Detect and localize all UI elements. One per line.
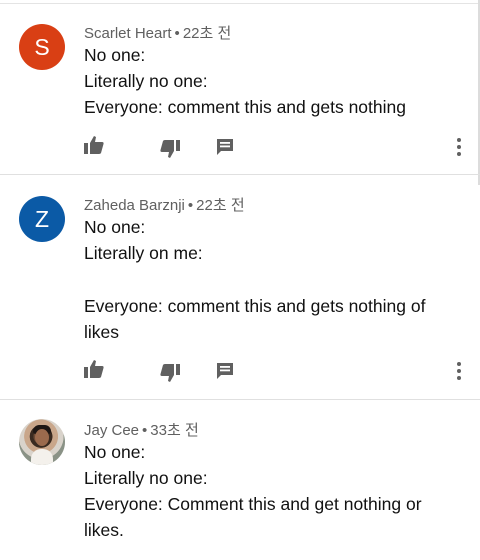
author-name[interactable]: Scarlet Heart [84, 25, 172, 42]
comment-text-line: Literally no one: [84, 468, 208, 488]
comment-text-line: Everyone: Comment this and get nothing o… [84, 494, 422, 514]
comment-divider [0, 174, 480, 175]
comment-text-line: Literally on me: [84, 243, 203, 263]
more-vertical-icon [457, 362, 461, 380]
reply-button[interactable] [216, 138, 238, 158]
comment-text-line: Everyone: comment this and gets nothing [84, 97, 406, 117]
thumb-down-icon [160, 364, 180, 382]
comment-meta: Zaheda Barznji • 22초 전 [84, 194, 245, 215]
meta-separator: • [142, 422, 148, 439]
comment-text-line: No one: [84, 442, 146, 462]
comment-meta: Scarlet Heart • 22초 전 [84, 22, 231, 43]
avatar-letter: Z [34, 206, 50, 232]
dislike-button[interactable] [160, 140, 182, 160]
author-name[interactable]: Jay Cee [84, 422, 139, 439]
like-button[interactable] [84, 360, 106, 380]
reply-button[interactable] [216, 362, 238, 382]
dislike-button[interactable] [160, 364, 182, 384]
top-divider [0, 3, 480, 4]
more-vertical-icon [457, 138, 461, 156]
avatar-letter: S [34, 34, 50, 60]
thumb-down-icon [160, 140, 180, 158]
comment-time: 33초 전 [150, 422, 199, 439]
meta-separator: • [174, 25, 180, 42]
avatar-photo-shirt [31, 449, 53, 465]
comment-feed: S Scarlet Heart • 22초 전 No one: Literally … [0, 0, 480, 560]
avatar[interactable] [19, 419, 65, 465]
comment-text-line: Literally no one: [84, 71, 208, 91]
avatar[interactable]: S [19, 24, 65, 70]
avatar[interactable]: Z [19, 196, 65, 242]
reply-comment-icon [217, 363, 233, 379]
comment-meta: Jay Cee • 33초 전 [84, 419, 199, 440]
comment-text-line: No one: [84, 45, 146, 65]
like-button[interactable] [84, 136, 106, 156]
author-name[interactable]: Zaheda Barznji [84, 197, 185, 214]
thumb-up-icon [84, 136, 104, 154]
comment-text-line: likes [84, 322, 120, 342]
comment-text-line: No one: [84, 217, 146, 237]
avatar-photo-face [35, 429, 49, 446]
thumb-up-icon [84, 360, 104, 378]
comment-text-line: likes. [84, 520, 124, 540]
comment-text-line: Everyone: comment this and gets nothing … [84, 296, 426, 316]
more-options-button[interactable] [452, 136, 466, 158]
meta-separator: • [187, 197, 194, 214]
more-options-button[interactable] [452, 360, 466, 382]
reply-comment-icon [217, 139, 233, 155]
comment-divider [0, 399, 480, 400]
comment-time: 22초 전 [196, 197, 245, 214]
comment-time: 22초 전 [182, 25, 232, 42]
